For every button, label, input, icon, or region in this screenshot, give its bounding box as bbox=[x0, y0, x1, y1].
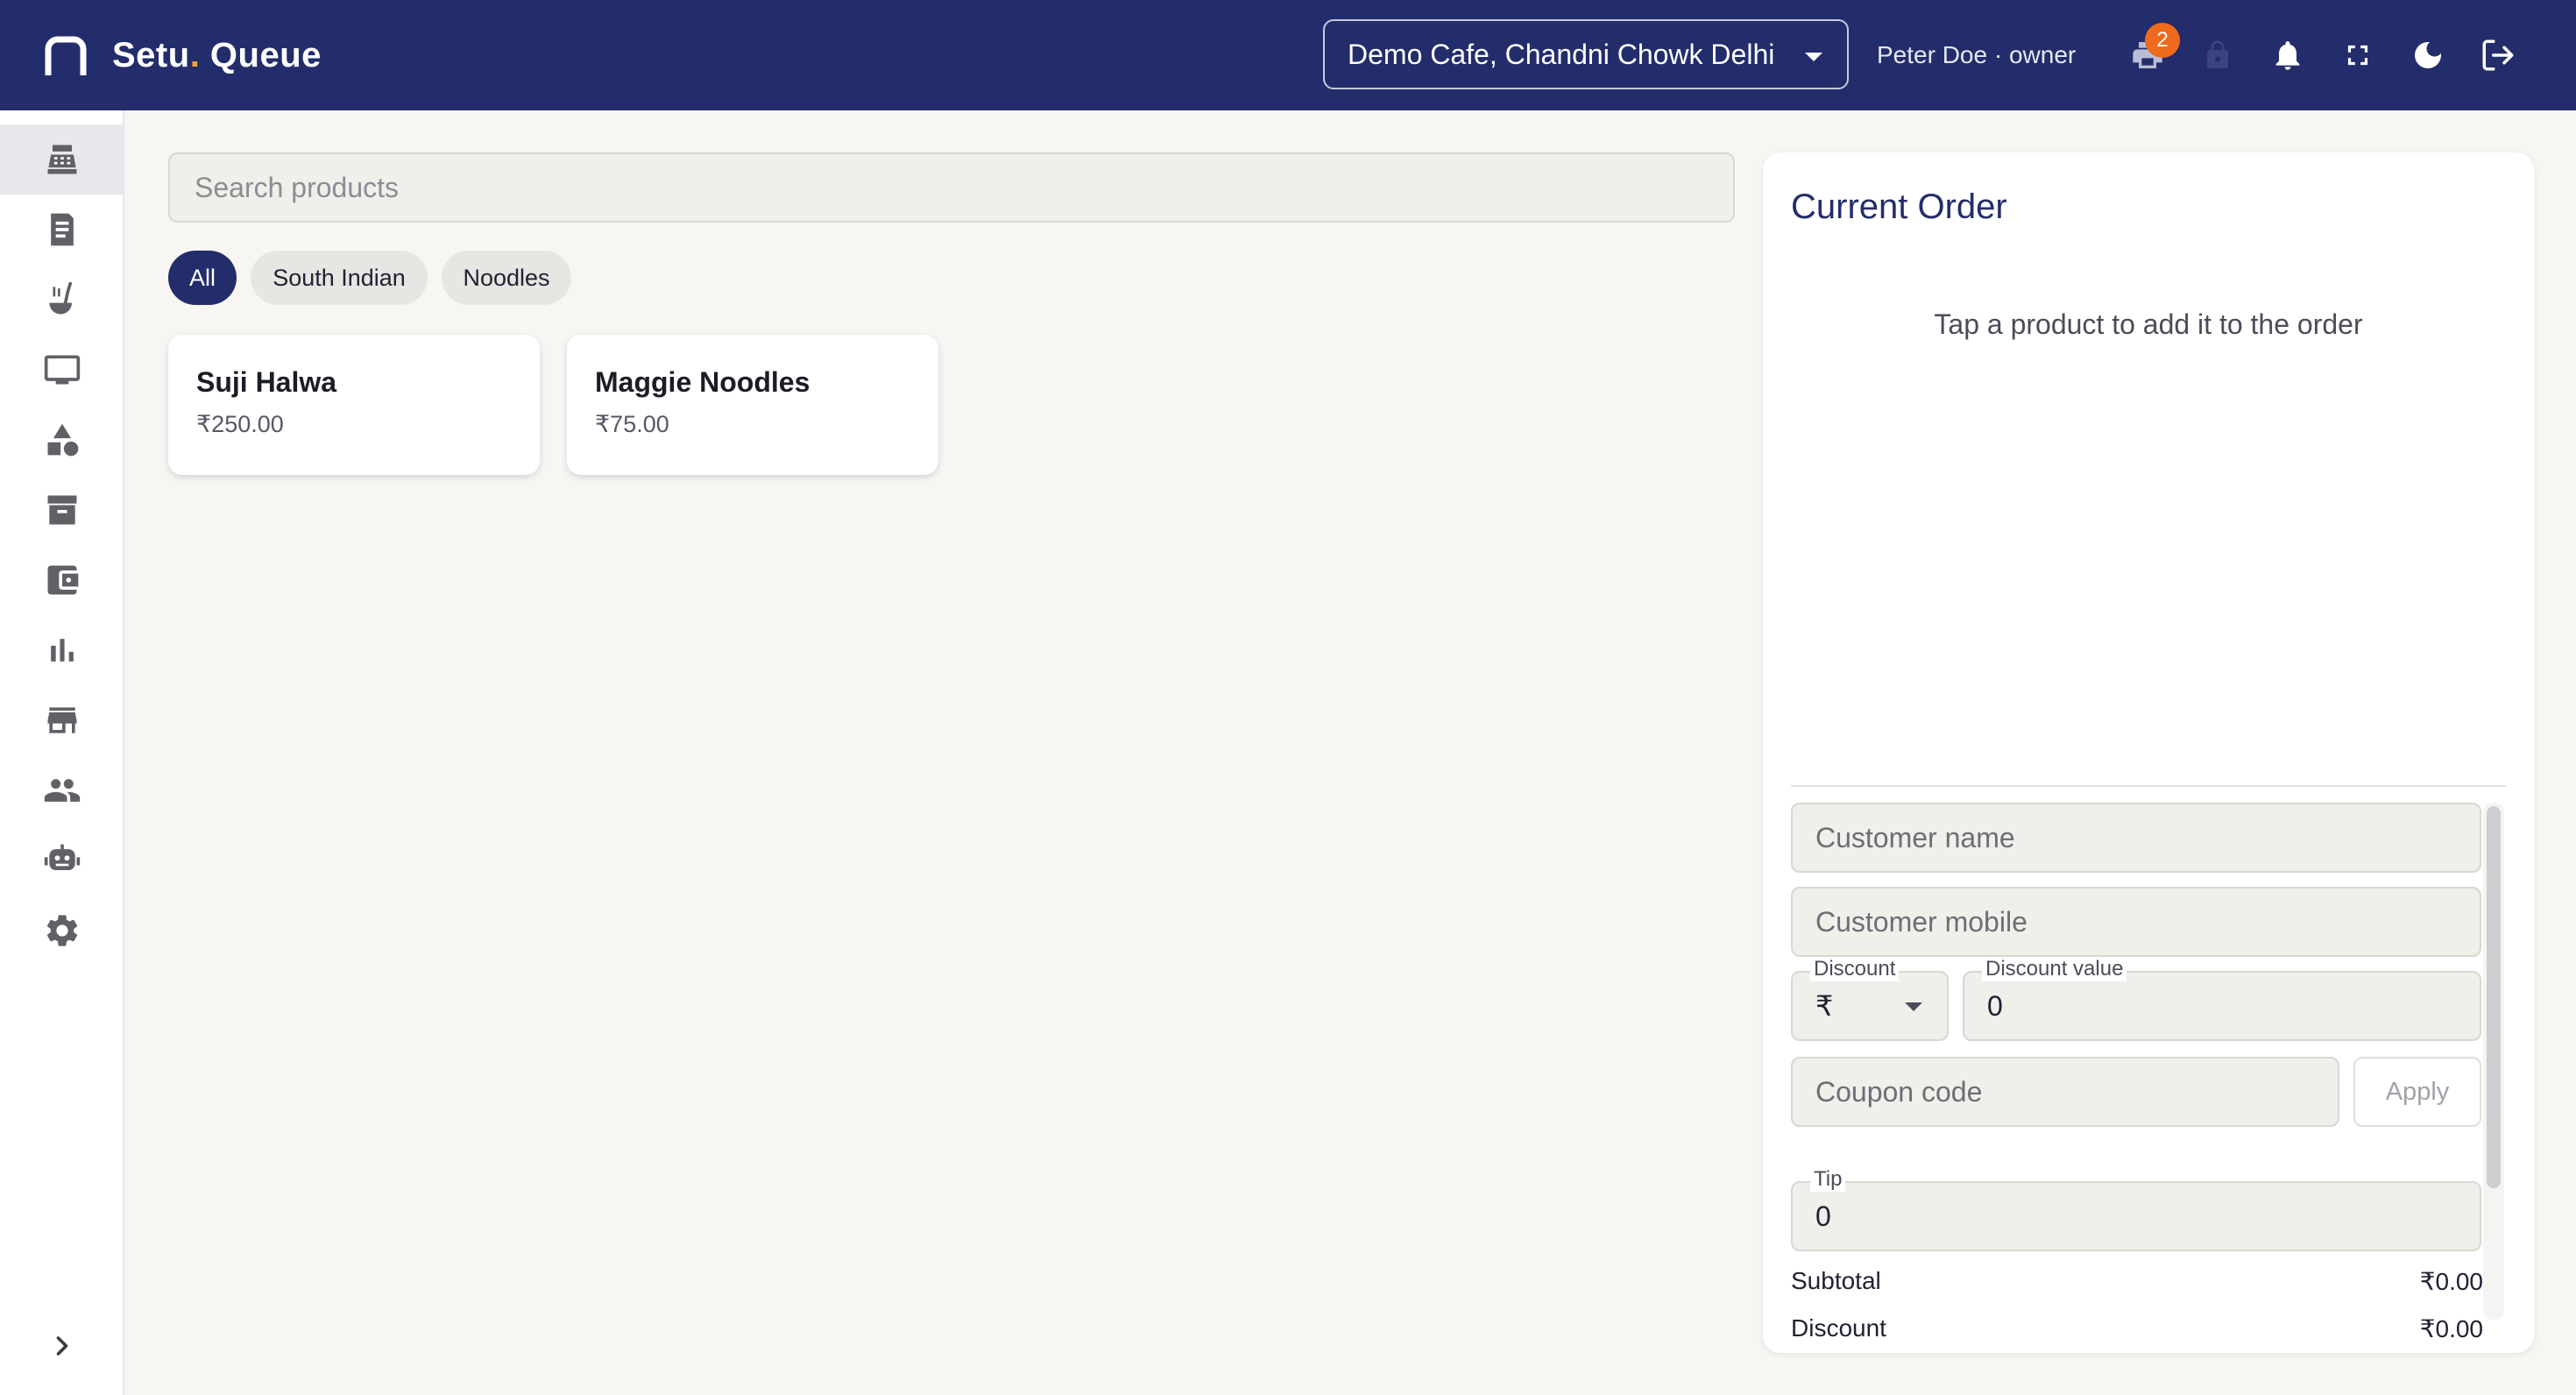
printer-badge: 2 bbox=[2145, 23, 2180, 58]
apply-coupon-button[interactable]: Apply bbox=[2353, 1057, 2481, 1127]
logout-icon[interactable] bbox=[2478, 35, 2518, 75]
order-title: Current Order bbox=[1791, 188, 2007, 226]
dark-mode-icon[interactable] bbox=[2408, 35, 2448, 75]
top-bar: Setu. Queue Demo Cafe, Chandni Chowk Del… bbox=[0, 0, 2576, 110]
customer-name-placeholder: Customer name bbox=[1815, 821, 2015, 853]
sidebar-item-inventory[interactable] bbox=[0, 475, 124, 545]
discount-value-label: Discount value bbox=[1982, 957, 2127, 981]
users-icon bbox=[44, 779, 81, 802]
product-name: Maggie Noodles bbox=[595, 366, 810, 398]
tip-label: Tip bbox=[1810, 1167, 1846, 1192]
sidebar-item-reports[interactable] bbox=[0, 615, 124, 685]
order-divider bbox=[1791, 785, 2506, 787]
subtotal-row: Subtotal ₹0.00 bbox=[1791, 1267, 2483, 1296]
discount-type-value: ₹ bbox=[1815, 990, 1834, 1022]
order-empty-message: Tap a product to add it to the order bbox=[1934, 308, 2363, 340]
bell-icon[interactable] bbox=[2268, 35, 2308, 75]
order-scrollbar[interactable] bbox=[2487, 806, 2501, 1188]
coupon-code-placeholder: Coupon code bbox=[1815, 1075, 1983, 1108]
customer-name-field[interactable]: Customer name bbox=[1791, 803, 2481, 873]
gear-icon bbox=[46, 915, 78, 946]
category-chip-noodles[interactable]: Noodles bbox=[442, 251, 571, 305]
product-name: Suji Halwa bbox=[196, 366, 337, 398]
chevron-down-icon bbox=[1905, 1002, 1922, 1011]
discount-row-value: ₹0.00 bbox=[2419, 1315, 2483, 1342]
tip-field[interactable]: 0 bbox=[1791, 1181, 2481, 1251]
setu-logo-icon bbox=[45, 36, 87, 75]
sidebar bbox=[0, 110, 124, 1395]
discount-value-field[interactable]: 0 bbox=[1963, 971, 2481, 1041]
brand-name: Setu. Queue bbox=[112, 35, 322, 74]
lock-icon[interactable] bbox=[2197, 35, 2238, 75]
chevron-right-icon bbox=[56, 1336, 68, 1356]
product-price: ₹250.00 bbox=[196, 411, 284, 437]
robot-icon bbox=[44, 844, 81, 870]
sidebar-item-payments[interactable] bbox=[0, 545, 124, 615]
wallet-icon bbox=[47, 565, 79, 595]
ladle-icon bbox=[49, 281, 72, 315]
sidebar-item-outlets[interactable] bbox=[0, 685, 124, 755]
fullscreen-icon[interactable] bbox=[2338, 35, 2378, 75]
sidebar-item-automation[interactable] bbox=[0, 825, 124, 896]
receipt-icon bbox=[51, 213, 74, 246]
category-chip-all[interactable]: All bbox=[168, 251, 237, 305]
sidebar-item-pos[interactable] bbox=[0, 124, 124, 195]
tip-value: 0 bbox=[1815, 1200, 1831, 1232]
archive-icon bbox=[47, 495, 77, 525]
shapes-icon bbox=[47, 423, 79, 457]
discount-row-label: Discount bbox=[1791, 1314, 1886, 1342]
sidebar-item-settings[interactable] bbox=[0, 896, 124, 966]
location-select-value: Demo Cafe, Chandni Chowk Delhi bbox=[1348, 38, 1775, 70]
user-label: Peter Doe · owner bbox=[1877, 41, 2077, 68]
sidebar-item-orders[interactable] bbox=[0, 195, 124, 265]
location-select[interactable]: Demo Cafe, Chandni Chowk Delhi bbox=[1323, 19, 1849, 89]
store-icon bbox=[47, 707, 77, 733]
discount-value: 0 bbox=[1987, 989, 2003, 1022]
discount-type-select[interactable]: ₹ bbox=[1791, 971, 1949, 1041]
product-price: ₹75.00 bbox=[595, 411, 669, 437]
subtotal-label: Subtotal bbox=[1791, 1267, 1881, 1294]
monitor-icon bbox=[44, 355, 81, 385]
product-card[interactable]: Maggie Noodles ₹75.00 bbox=[567, 335, 938, 475]
coupon-code-field[interactable]: Coupon code bbox=[1791, 1057, 2339, 1127]
cash-register-icon bbox=[47, 145, 77, 174]
category-chip-south-indian[interactable]: South Indian bbox=[251, 251, 428, 305]
discount-label: Discount bbox=[1810, 957, 1900, 981]
sidebar-expand-button[interactable] bbox=[0, 1311, 124, 1381]
customer-mobile-field[interactable]: Customer mobile bbox=[1791, 887, 2481, 957]
sidebar-item-staff[interactable] bbox=[0, 755, 124, 825]
subtotal-value: ₹0.00 bbox=[2419, 1268, 2483, 1295]
sidebar-item-display[interactable] bbox=[0, 335, 124, 405]
sidebar-item-kitchen[interactable] bbox=[0, 265, 124, 335]
product-card[interactable]: Suji Halwa ₹250.00 bbox=[168, 335, 540, 475]
discount-row: Discount ₹0.00 bbox=[1791, 1314, 2483, 1343]
chevron-down-icon bbox=[1805, 53, 1822, 61]
sidebar-item-categories[interactable] bbox=[0, 405, 124, 475]
search-input[interactable] bbox=[168, 152, 1735, 223]
customer-mobile-placeholder: Customer mobile bbox=[1815, 905, 2028, 938]
bar-chart-icon bbox=[51, 639, 74, 662]
order-panel: Current Order Tap a product to add it to… bbox=[1763, 152, 2534, 1353]
